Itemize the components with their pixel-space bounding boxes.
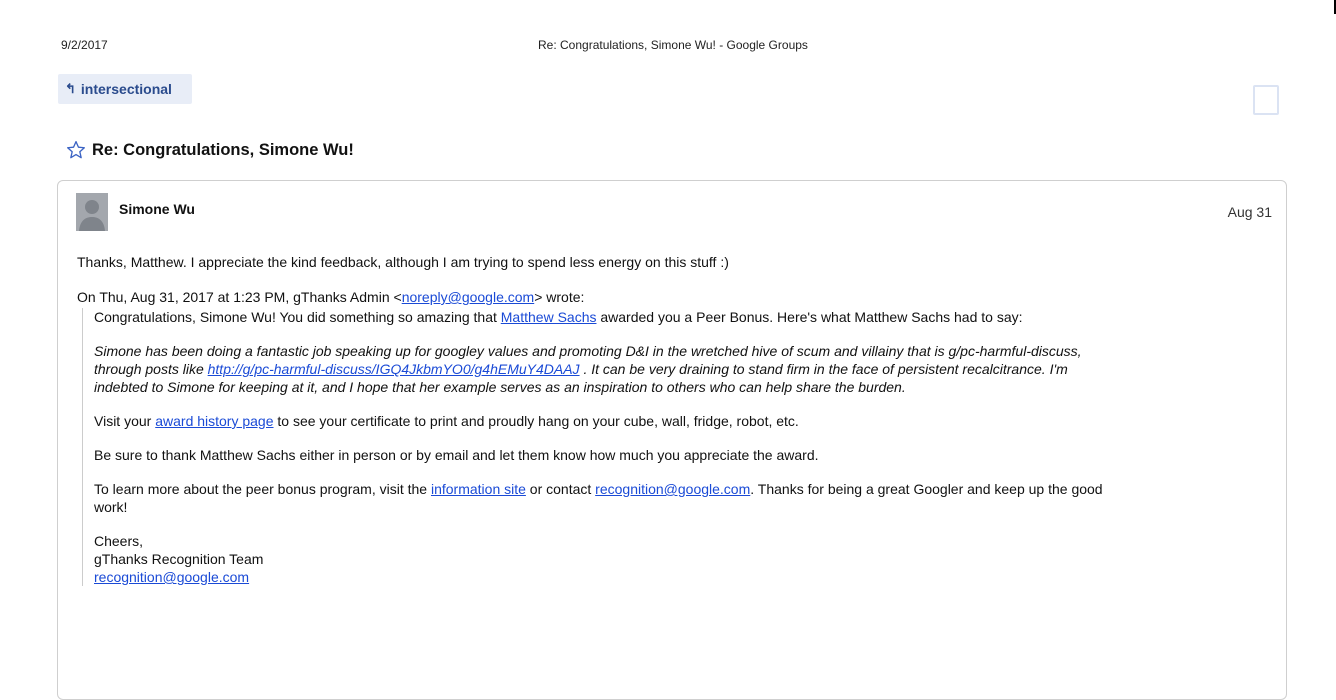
quoted-paragraph-3: Visit your award history page to see you…: [94, 412, 1267, 430]
p2-line-2-suffix: . It can be very draining to stand firm …: [579, 361, 1068, 377]
award-history-link[interactable]: award history page: [155, 413, 273, 429]
quoted-paragraph-2: Simone has been doing a fantastic job sp…: [94, 342, 1267, 396]
sender-name[interactable]: Simone Wu: [119, 201, 195, 217]
p3-prefix: Visit your: [94, 413, 156, 429]
thread-subject: Re: Congratulations, Simone Wu!: [92, 140, 354, 159]
p5-line-2: work!: [94, 499, 128, 515]
recognition-email-link[interactable]: recognition@google.com: [595, 481, 750, 497]
sig-cheers: Cheers,: [94, 533, 144, 549]
quote-intro: On Thu, Aug 31, 2017 at 1:23 PM, gThanks…: [77, 288, 1267, 306]
thread-url-link[interactable]: http://g/pc-harmful-discuss/IGQ4JkbmYO0/…: [208, 361, 580, 377]
quote-intro-prefix: On Thu, Aug 31, 2017 at 1:23 PM, gThanks…: [77, 289, 402, 305]
p2-line-2-prefix: through posts like: [94, 361, 208, 377]
group-name: intersectional: [80, 81, 172, 97]
p2-line-2: through posts like http://g/pc-harmful-d…: [94, 360, 1267, 378]
group-back-link[interactable]: ↰ intersectional: [58, 74, 192, 104]
p5-prefix: To learn more about the peer bonus progr…: [94, 481, 431, 497]
p1-prefix: Congratulations, Simone Wu! You did some…: [94, 309, 501, 325]
up-arrow-icon: ↰: [65, 81, 76, 96]
sig-email-link[interactable]: recognition@google.com: [94, 568, 1267, 586]
noreply-email-link[interactable]: noreply@google.com: [402, 289, 535, 305]
sig-team: gThanks Recognition Team: [94, 551, 264, 567]
quoted-paragraph-4: Be sure to thank Matthew Sachs either in…: [94, 447, 819, 463]
print-header: 9/2/2017 Re: Congratulations, Simone Wu!…: [0, 38, 1336, 54]
p5-suffix: . Thanks for being a great Googler and k…: [750, 481, 1103, 497]
message-card: Simone Wu Aug 31 Thanks, Matthew. I appr…: [57, 180, 1287, 700]
message-date: Aug 31: [1227, 204, 1272, 220]
quoted-message: Congratulations, Simone Wu! You did some…: [82, 308, 1267, 586]
message-body: Thanks, Matthew. I appreciate the kind f…: [77, 253, 1267, 602]
p5-line-1: To learn more about the peer bonus progr…: [94, 480, 1267, 498]
person-silhouette-icon: [76, 193, 108, 231]
print-title: Re: Congratulations, Simone Wu! - Google…: [538, 38, 808, 52]
reply-text: Thanks, Matthew. I appreciate the kind f…: [77, 254, 729, 270]
avatar[interactable]: [76, 193, 108, 231]
quoted-paragraph-5: To learn more about the peer bonus progr…: [94, 480, 1267, 516]
p1-suffix: awarded you a Peer Bonus. Here's what Ma…: [596, 309, 1023, 325]
p2-line-1: Simone has been doing a fantastic job sp…: [94, 343, 1082, 359]
subject-row: Re: Congratulations, Simone Wu!: [66, 140, 354, 160]
quote-intro-suffix: > wrote:: [534, 289, 585, 305]
information-site-link[interactable]: information site: [431, 481, 526, 497]
signature: Cheers, gThanks Recognition Team recogni…: [94, 532, 1267, 586]
print-date: 9/2/2017: [61, 38, 108, 52]
matthew-sachs-link[interactable]: Matthew Sachs: [501, 309, 597, 325]
p3-suffix: to see your certificate to print and pro…: [273, 413, 799, 429]
star-icon[interactable]: [66, 140, 86, 160]
p5-mid: or contact: [525, 481, 596, 497]
quoted-paragraph-1: Congratulations, Simone Wu! You did some…: [94, 308, 1267, 326]
checkbox-icon[interactable]: [1253, 85, 1279, 115]
p2-line-3: indebted to Simone for keeping at it, an…: [94, 379, 906, 395]
